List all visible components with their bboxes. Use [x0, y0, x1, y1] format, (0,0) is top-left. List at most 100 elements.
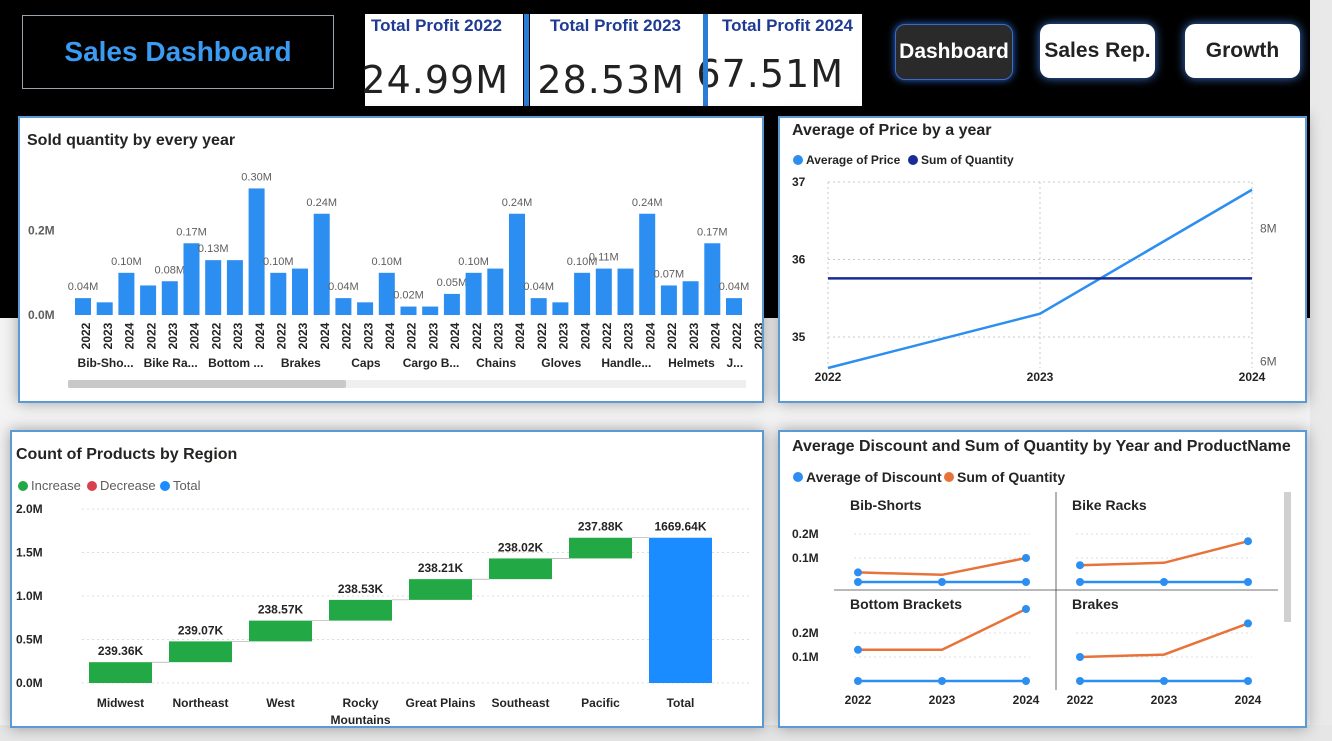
x-tick-label: 2022 [730, 322, 744, 349]
legend-label: Average of Price [806, 153, 901, 167]
y-tick-label: 0.0M [16, 676, 43, 690]
x-tick-label: West [266, 696, 294, 710]
bar [422, 306, 439, 315]
y-tick-label: 0.2M [792, 527, 819, 541]
x-tick-label: Great Plains [405, 696, 475, 710]
x-tick-label: Midwest [97, 696, 144, 710]
kpi-label: Total Profit 2022 [371, 16, 502, 35]
y-tick-label: 0.1M [792, 551, 819, 565]
data-point [1076, 561, 1084, 570]
legend-dot [18, 481, 28, 491]
legend-dot [908, 155, 918, 165]
data-label: 0.05M [437, 277, 468, 289]
sold-quantity-panel: Sold quantity by every year 0.0M 0.2M 0.04… [18, 116, 764, 403]
data-label: 0.11M [589, 252, 619, 264]
legend-label: Sum of Quantity [957, 469, 1065, 485]
x-tick-label: 2024 [123, 322, 137, 349]
x-tick-label: 2022 [845, 693, 872, 707]
nav-sales-rep-button[interactable]: Sales Rep. [1040, 24, 1155, 78]
avg-price-panel: Average of Price by a year Average of Pr… [778, 116, 1307, 403]
bar [649, 537, 712, 683]
kpi-divider [703, 14, 708, 106]
data-label: 0.07M [654, 268, 685, 280]
data-point [1076, 653, 1084, 661]
x-tick-label: 2024 [318, 322, 332, 349]
category-group-label: Bike Ra... [144, 356, 198, 370]
data-label: 0.30M [241, 171, 272, 183]
legend-dot [160, 481, 170, 491]
data-point [938, 578, 946, 586]
x-tick-label: 2024 [1013, 693, 1040, 707]
bar [726, 298, 742, 315]
category-group-label: Chains [476, 356, 516, 370]
kpi-value: 28.53M [537, 58, 685, 102]
x-tick-label: 2022 [274, 322, 288, 349]
bar [357, 302, 374, 315]
data-label: 0.02M [393, 290, 424, 302]
data-point [1022, 605, 1030, 613]
category-group-label: Handle... [601, 356, 651, 370]
x-tick-label: 2023 [929, 693, 956, 707]
series-line-quantity [1079, 539, 1249, 567]
bar [617, 268, 634, 315]
panel-title: Bottom Brackets [850, 596, 962, 612]
x-tick-label: 2024 [513, 322, 527, 349]
bar [329, 599, 392, 621]
x-tick-label: 2023 [622, 322, 636, 349]
data-label: 0.24M [502, 197, 533, 209]
discount-quantity-panel: Average Discount and Sum of Quantity by … [778, 430, 1307, 728]
y-tick-label: 0.5M [16, 633, 43, 647]
category-group-label: Bib-Sho... [78, 356, 134, 370]
data-label: 237.88K [578, 520, 624, 534]
data-label: 0.24M [306, 197, 337, 209]
legend-label: Increase [31, 478, 81, 493]
bar [118, 272, 135, 315]
bar [169, 641, 232, 663]
x-tick-label: Northeast [172, 696, 228, 710]
x-tick-label: 2022 [144, 322, 158, 349]
x-tick-label: Pacific [581, 696, 620, 710]
bar [249, 620, 312, 642]
data-label: 0.04M [523, 281, 554, 293]
bar [205, 260, 222, 315]
category-group-label: Brakes [281, 356, 321, 370]
y-tick-label: 1.5M [16, 546, 43, 560]
kpi-label: Total Profit 2023 [550, 16, 681, 35]
data-label: 0.24M [632, 197, 663, 209]
kpi-card-2024: Total Profit 2024 67.51M [696, 14, 862, 106]
data-label: 0.10M [263, 256, 294, 268]
category-group-label: Gloves [541, 356, 581, 370]
nav-growth-button[interactable]: Growth [1185, 24, 1300, 78]
x-tick-label: 2022 [600, 322, 614, 349]
data-label: 238.53K [338, 582, 384, 596]
data-label: 0.10M [372, 256, 403, 268]
y-tick-label: 0.0M [28, 308, 55, 322]
x-tick-label: 2024 [188, 322, 202, 349]
category-group-label: Bottom ... [208, 356, 263, 370]
bar [226, 260, 243, 315]
data-label: 1669.64K [654, 520, 706, 534]
category-group-label: J... [727, 356, 744, 370]
data-point [1022, 578, 1030, 586]
nav-dashboard-button[interactable]: Dashboard [895, 24, 1013, 80]
x-tick-label: 2024 [383, 322, 397, 349]
x-tick-label: 2022 [340, 322, 354, 349]
bar [660, 285, 677, 315]
data-label: 0.13M [198, 243, 229, 255]
kpi-value: 24.99M [361, 58, 509, 102]
bar [89, 662, 152, 683]
discount-quantity-chart: Average of Discount Sum of Quantity Bib-Sh… [792, 469, 1291, 707]
bar [530, 298, 547, 315]
data-label: 0.10M [458, 256, 489, 268]
legend-dot [793, 472, 803, 482]
data-point [854, 645, 862, 654]
panel-title: Brakes [1072, 596, 1119, 612]
legend-dot [793, 155, 803, 165]
data-point [1022, 554, 1030, 562]
x-tick-label: 2024 [1235, 693, 1262, 707]
category-group-label: Cargo B... [403, 356, 460, 370]
series-line-quantity [858, 607, 1027, 652]
x-tick-label: 2024 [253, 322, 267, 349]
avg-price-chart: Average of Price Sum of Quantity 35 36 37 6M 8… [792, 153, 1277, 384]
y-tick-label: 2.0M [16, 502, 43, 516]
